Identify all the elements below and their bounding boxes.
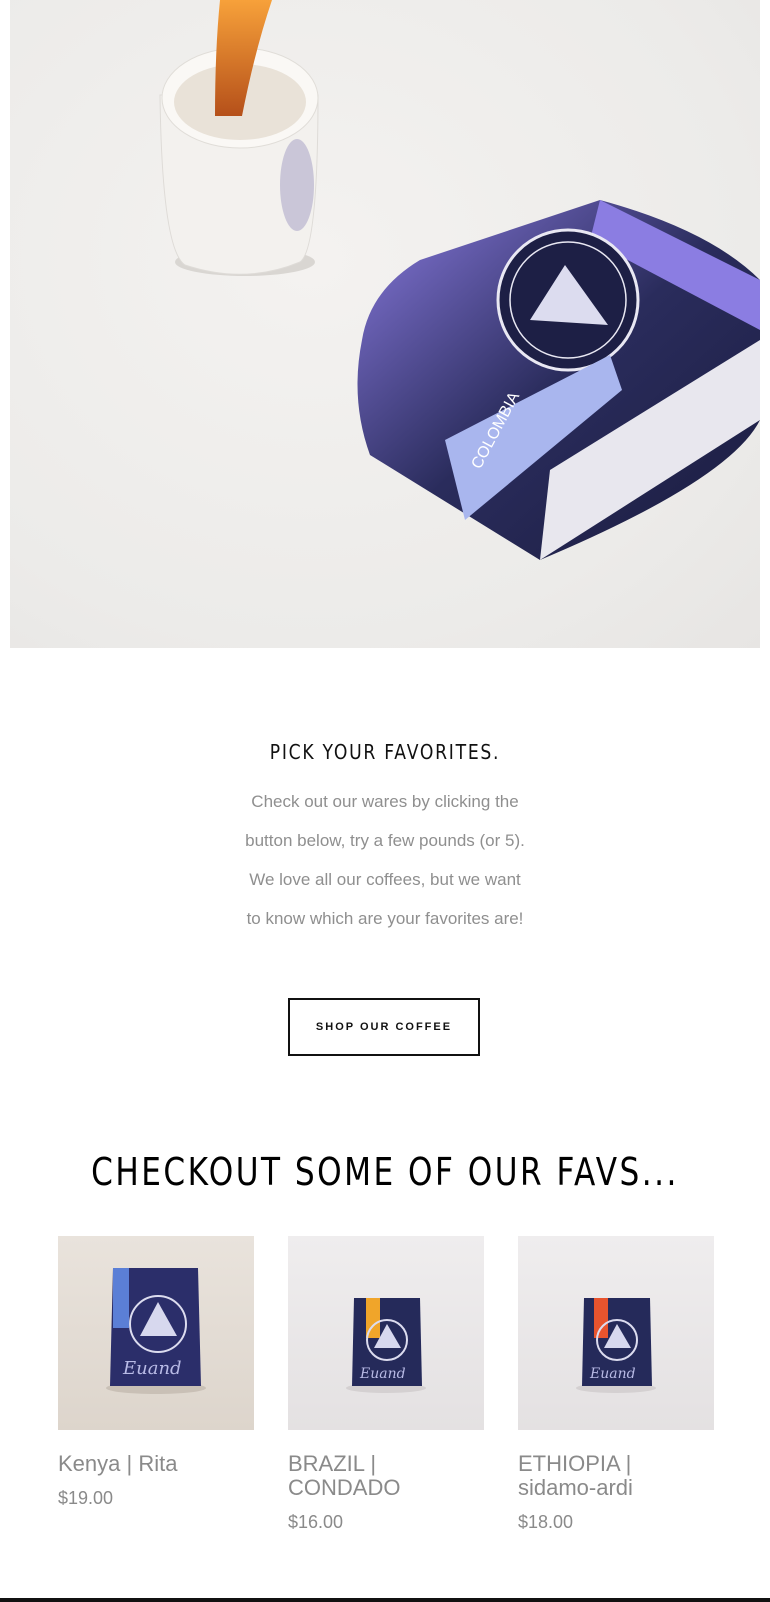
favs-title: CHECKOUT SOME OF OUR FAVS...	[91, 1150, 679, 1194]
product-card-brazil: Euand BRAZIL | CONDADO $16.00	[288, 1236, 484, 1533]
favorites-line: We love all our coffees, but we want	[249, 870, 521, 889]
coffee-bag-illustration: COLOMBIA	[357, 200, 760, 560]
hero-illustration: COLOMBIA	[159, 0, 760, 560]
product-price: $19.00	[58, 1488, 114, 1508]
bag-brand: Euand	[589, 1366, 636, 1382]
hero-image: COLOMBIA	[10, 0, 760, 648]
product-price: $18.00	[518, 1512, 574, 1532]
bag-label-band	[113, 1268, 129, 1328]
coffee-bag-illustration: Euand	[576, 1298, 656, 1393]
product-card-kenya: Euand Kenya | Rita $19.00	[58, 1236, 254, 1509]
product-name[interactable]: Kenya | Rita	[58, 1452, 254, 1476]
product-name[interactable]: ETHIOPIA | sidamo-ardi	[518, 1452, 714, 1500]
footer-divider	[0, 1598, 770, 1602]
favorites-section: PICK YOUR FAVORITES. Check out our wares…	[0, 740, 770, 938]
product-card-ethiopia: Euand ETHIOPIA | sidamo-ardi $18.00	[518, 1236, 714, 1533]
favorites-description: Check out our wares by clicking the butt…	[0, 782, 770, 938]
product-price: $16.00	[288, 1512, 344, 1532]
coffee-bag-illustration: Euand	[106, 1268, 206, 1394]
product-image-kenya[interactable]: Euand	[58, 1236, 254, 1430]
bag-brand: Euand	[359, 1366, 406, 1382]
product-image-brazil[interactable]: Euand	[288, 1236, 484, 1430]
product-name[interactable]: BRAZIL | CONDADO	[288, 1452, 484, 1500]
favorites-line: button below, try a few pounds (or 5).	[245, 831, 525, 850]
coffee-bag-illustration: Euand	[346, 1298, 426, 1393]
bag-brand: Euand	[122, 1358, 182, 1379]
favorites-line: Check out our wares by clicking the	[251, 792, 519, 811]
shop-our-coffee-button[interactable]: SHOP OUR COFFEE	[288, 998, 480, 1056]
favorites-line: to know which are your favorites are!	[246, 909, 524, 928]
favorites-title: PICK YOUR FAVORITES.	[269, 740, 501, 764]
bag-label-band	[594, 1298, 608, 1338]
product-image-ethiopia[interactable]: Euand	[518, 1236, 714, 1430]
